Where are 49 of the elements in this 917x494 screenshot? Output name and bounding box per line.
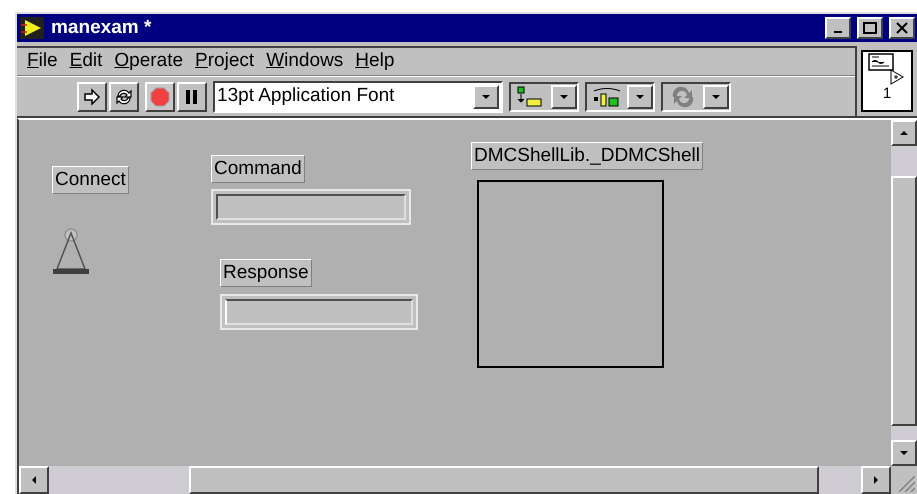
caret-icon (560, 94, 568, 98)
scroll-right-button[interactable] (861, 466, 891, 494)
scroll-thumb[interactable] (891, 176, 917, 426)
minimize-button[interactable] (825, 17, 851, 39)
caret-icon (900, 451, 908, 455)
menu-item[interactable]: Edit (66, 47, 106, 76)
scroll-left-button[interactable] (19, 466, 49, 494)
string-field[interactable] (220, 294, 418, 330)
control-label: Command (211, 155, 305, 183)
minimize-icon (834, 31, 842, 33)
align-dropdown-button[interactable] (551, 84, 577, 108)
maximize-button[interactable] (857, 17, 883, 39)
scroll-thumb[interactable] (189, 466, 819, 494)
run-arrow-icon (82, 86, 102, 106)
caret-icon (900, 131, 908, 135)
maximize-icon (863, 22, 877, 34)
pause-icon (185, 88, 199, 104)
abort-button[interactable] (145, 82, 175, 112)
control-label: Response (220, 259, 312, 287)
run-continuously-button[interactable] (109, 82, 139, 112)
string-field[interactable] (211, 189, 411, 225)
run-button[interactable] (77, 82, 107, 112)
menu-item[interactable]: File (23, 47, 62, 76)
control-label: DMCShellLib._DDMCShell (471, 142, 703, 170)
connector-label: 1 (882, 86, 892, 102)
vertical-scrollbar[interactable] (891, 120, 917, 466)
menu-item[interactable]: Operate (110, 47, 188, 76)
stop-icon (150, 86, 170, 106)
menu-item[interactable]: Windows (262, 47, 348, 76)
pause-button[interactable] (177, 82, 207, 112)
distribute-dropdown-button[interactable] (627, 84, 653, 108)
caret-icon (32, 476, 36, 484)
vi-icon-pane[interactable]: 1 (861, 50, 913, 112)
app-icon (19, 16, 45, 40)
horizontal-scrollbar[interactable] (19, 466, 891, 494)
caret-icon (712, 94, 720, 98)
resize-grip-icon (899, 476, 915, 492)
scroll-down-button[interactable] (891, 440, 917, 466)
scroll-up-button[interactable] (891, 120, 917, 146)
caret-icon (874, 476, 878, 484)
cycle-arrows-icon (114, 86, 134, 106)
close-icon (895, 22, 909, 34)
caret-icon (636, 94, 644, 98)
control-label: Connect (52, 166, 129, 194)
menu-item[interactable]: Project (191, 47, 258, 76)
window-title: manexam * (51, 16, 152, 40)
close-button[interactable] (889, 17, 915, 39)
reorder-dropdown-button[interactable] (703, 84, 729, 108)
menu-item[interactable]: Help (351, 47, 398, 76)
